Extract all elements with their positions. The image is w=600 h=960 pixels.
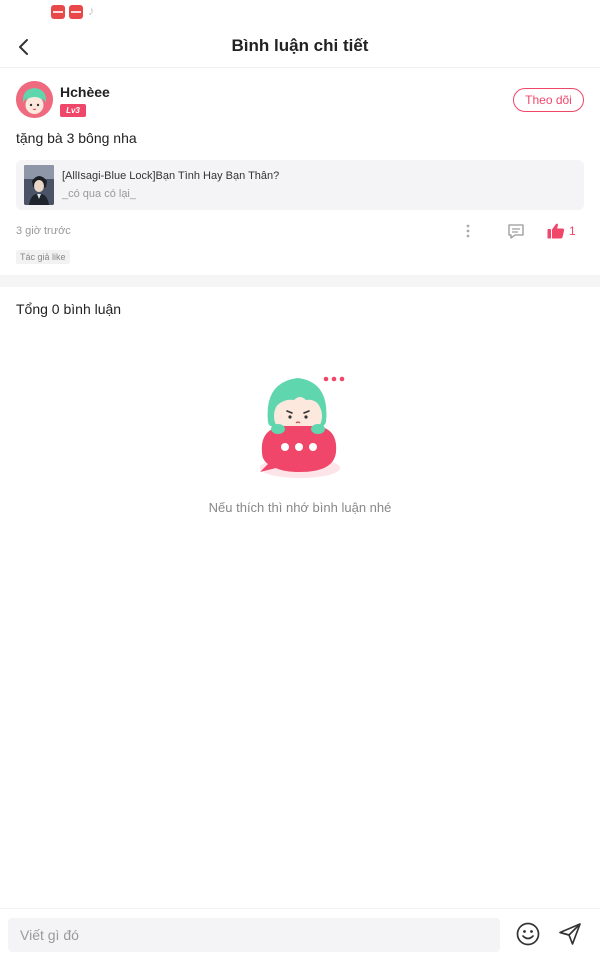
- comment-text: tặng bà 3 bông nha: [16, 130, 137, 146]
- app-notification-icon: [51, 5, 65, 19]
- comment-post: Hchèee Lv3 Theo dõi tặng bà 3 bông nha […: [0, 68, 600, 275]
- thumbs-up-icon: [547, 223, 565, 239]
- story-cover-image: [24, 165, 54, 205]
- level-badge: Lv3: [60, 104, 86, 117]
- header: Bình luận chi tiết: [0, 26, 600, 68]
- follow-button[interactable]: Theo dõi: [513, 88, 584, 112]
- emoji-button[interactable]: [515, 921, 541, 947]
- username[interactable]: Hchèee: [60, 84, 110, 100]
- like-button[interactable]: 1: [545, 220, 585, 242]
- page-title: Bình luận chi tiết: [231, 36, 369, 55]
- section-divider: [0, 275, 600, 287]
- tiktok-icon: ♪: [88, 3, 95, 18]
- smiley-icon: [516, 922, 540, 946]
- send-button[interactable]: [557, 921, 583, 947]
- status-bar: ♪: [0, 0, 600, 26]
- story-card[interactable]: [AllIsagi-Blue Lock]Bạn Tình Hay Bạn Thâ…: [16, 160, 584, 210]
- avatar[interactable]: [16, 81, 53, 118]
- empty-state-text: Nếu thích thì nhớ bình luận nhé: [208, 500, 392, 515]
- send-icon: [559, 923, 581, 945]
- avatar-image: [16, 81, 53, 118]
- like-count: 1: [569, 224, 576, 238]
- empty-state-mascot-icon: [254, 368, 346, 482]
- author-liked-badge: Tác giả like: [16, 250, 70, 264]
- app-notification-icon: [69, 5, 83, 19]
- story-author: _có qua có lại_: [62, 188, 136, 200]
- more-options-icon[interactable]: [459, 219, 477, 243]
- story-title: [AllIsagi-Blue Lock]Bạn Tình Hay Bạn Thâ…: [62, 170, 280, 182]
- timestamp: 3 giờ trước: [16, 225, 71, 237]
- total-comments: Tổng 0 bình luận: [16, 301, 122, 317]
- comment-input-bar: [0, 908, 600, 960]
- comment-input[interactable]: [8, 918, 500, 952]
- reply-icon[interactable]: [505, 220, 527, 242]
